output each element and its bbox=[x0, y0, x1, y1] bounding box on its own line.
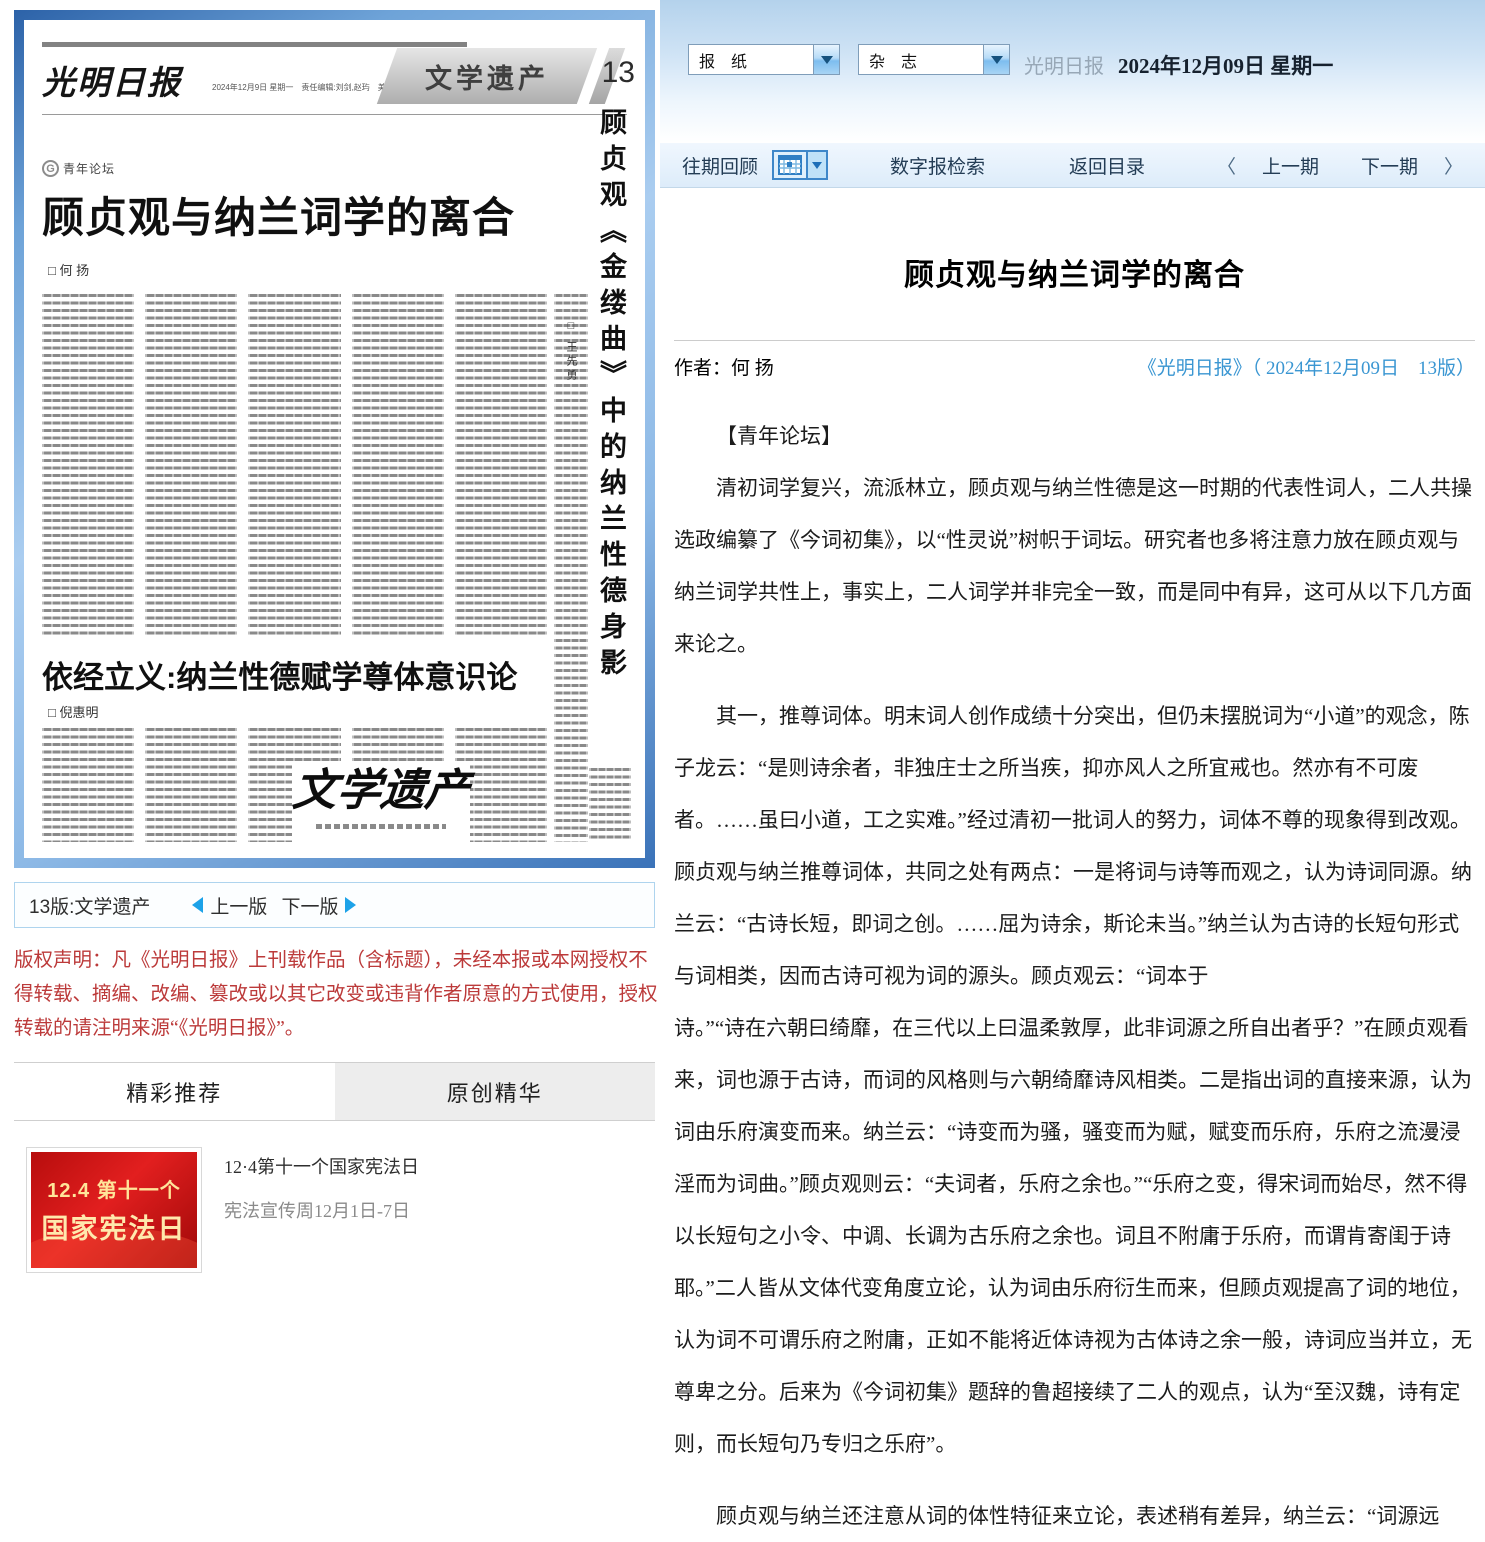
paper-article3-vertical-headline[interactable]: 顾贞观《金缕曲》中的纳兰性德身影 bbox=[592, 108, 631, 768]
newsprint-text-block bbox=[42, 728, 134, 842]
next-issue-link[interactable]: 下一期 bbox=[1361, 152, 1418, 179]
banner-line2: 国家宪法日 bbox=[31, 1207, 197, 1246]
article-title: 顾贞观与纳兰词学的离合 bbox=[674, 250, 1475, 294]
banner-line1: 12.4 第十一个 bbox=[31, 1174, 197, 1203]
calendar-dropdown-button[interactable] bbox=[808, 150, 828, 180]
promo-title-link[interactable]: 12·4第十一个国家宪法日 bbox=[224, 1153, 419, 1179]
brand-name: 光明日报 bbox=[1024, 50, 1104, 79]
page-navigation-bar: 13版:文学遗产 上一版 下一版 bbox=[14, 882, 655, 928]
article: 顾贞观与纳兰词学的离合 作者：何 扬 《光明日报》（ 2024年12月09日 1… bbox=[660, 250, 1485, 1542]
calendar-picker[interactable] bbox=[772, 150, 828, 180]
chevron-down-icon bbox=[812, 162, 822, 169]
newsprint-text-block bbox=[145, 294, 237, 636]
newsprint-text-block bbox=[455, 294, 547, 636]
section-banner: 文学遗产 bbox=[387, 48, 587, 104]
article-author: 作者：何 扬 bbox=[674, 353, 774, 380]
back-issues-link[interactable]: 往期回顾 bbox=[682, 152, 758, 179]
paper-article2-headline[interactable]: 依经立义:纳兰性德赋学尊体意识论 bbox=[42, 652, 517, 697]
magazine-select[interactable]: 杂 志 bbox=[858, 44, 1010, 75]
paper-page-number: 13 bbox=[602, 56, 635, 90]
prev-page-label: 上一版 bbox=[210, 892, 267, 919]
article-body: 【青年论坛】 清初词学复兴，流派林立，顾贞观与纳兰性德是这一时期的代表性词人，二… bbox=[674, 410, 1475, 1542]
paper-article1-byline: □ 何 扬 bbox=[48, 260, 89, 279]
right-column: 报 纸 杂 志 光明日报 2024年12月09日 星期一 往期回顾 bbox=[660, 0, 1485, 1283]
title-divider bbox=[674, 340, 1475, 341]
column-tag-label: 青年论坛 bbox=[63, 160, 115, 177]
tab-recommend[interactable]: 精彩推荐 bbox=[14, 1063, 335, 1120]
article-paragraph: 诗。”“诗在六朝曰绮靡，在三代以上曰温柔敦厚，此非词源之所自出者乎？”在顾贞观看… bbox=[674, 1002, 1475, 1470]
back-to-contents-link[interactable]: 返回目录 bbox=[1069, 152, 1145, 179]
prev-issue-link[interactable]: 上一期 bbox=[1262, 152, 1319, 179]
article-section-tag: 【青年论坛】 bbox=[674, 410, 1475, 462]
prev-page-link[interactable]: 上一版 bbox=[192, 892, 267, 919]
newsprint-text-block bbox=[589, 768, 631, 840]
promo-thumbnail[interactable]: 12.4 第十一个 国家宪法日 bbox=[26, 1147, 202, 1273]
paper-article3-byline: □ 王先勇 bbox=[563, 320, 579, 383]
literary-heritage-stamp: 文学遗产 bbox=[292, 762, 470, 848]
paper-article2-byline: □ 倪惠明 bbox=[48, 702, 98, 721]
calendar-icon bbox=[772, 150, 808, 180]
article-paragraph: 其一，推尊词体。明末词人创作成绩十分突出，但仍未摆脱词为“小道”的观念，陈子龙云… bbox=[674, 690, 1475, 1002]
gmw-logo-icon: G bbox=[42, 160, 59, 177]
column-tag: G 青年论坛 bbox=[42, 160, 115, 177]
masthead-rule bbox=[42, 114, 627, 115]
paper-top-rule bbox=[42, 42, 467, 47]
newsprint-columns-article1 bbox=[42, 294, 547, 636]
promo-text: 12·4第十一个国家宪法日 宪法宣传周12月1日-7日 bbox=[224, 1147, 419, 1273]
newsprint-text-block bbox=[248, 294, 340, 636]
constitution-day-banner: 12.4 第十一个 国家宪法日 bbox=[31, 1152, 197, 1268]
paper-masthead: 光明日报 bbox=[42, 56, 182, 104]
stamp-calligraphy: 文学遗产 bbox=[289, 762, 473, 820]
promo-subtitle: 宪法宣传周12月1日-7日 bbox=[224, 1197, 419, 1223]
toolbar: 往期回顾 数字报检索 返回目录 〈 上一期 下 bbox=[660, 142, 1485, 188]
newspaper-preview-frame: 光明日报 2024年12月9日 星期一 责任编辑:刘剑,赵玙 美术编辑:朱江 电… bbox=[14, 10, 655, 868]
left-column: 光明日报 2024年12月9日 星期一 责任编辑:刘剑,赵玙 美术编辑:朱江 电… bbox=[14, 10, 655, 868]
paper-select-arrow[interactable] bbox=[813, 45, 839, 74]
page-nav-label: 13版:文学遗产 bbox=[29, 892, 150, 919]
header-band: 报 纸 杂 志 光明日报 2024年12月09日 星期一 bbox=[660, 0, 1485, 142]
next-page-icon bbox=[345, 897, 356, 913]
prev-page-icon bbox=[192, 897, 203, 913]
tab-original[interactable]: 原创精华 bbox=[335, 1063, 656, 1120]
section-banner-label: 文学遗产 bbox=[387, 48, 587, 104]
article-byline-row: 作者：何 扬 《光明日报》（ 2024年12月09日 13版） bbox=[674, 353, 1475, 380]
paper-select[interactable]: 报 纸 bbox=[688, 44, 840, 75]
next-page-link[interactable]: 下一版 bbox=[281, 892, 356, 919]
magazine-select-arrow[interactable] bbox=[983, 45, 1009, 74]
newsprint-text-block bbox=[352, 294, 444, 636]
newspaper-page-image[interactable]: 光明日报 2024年12月9日 星期一 责任编辑:刘剑,赵玙 美术编辑:朱江 电… bbox=[24, 20, 645, 858]
prev-issue-arrow: 〈 bbox=[1217, 152, 1236, 179]
copyright-notice: 版权声明：凡《光明日报》上刊载作品（含标题），未经本报或本网授权不得转载、摘编、… bbox=[14, 944, 662, 1046]
article-paragraph: 顾贞观与纳兰还注意从词的体性特征来立论，表述稍有差异，纳兰云：“词源远 bbox=[674, 1490, 1475, 1542]
article-source: 《光明日报》（ 2024年12月09日 13版） bbox=[1138, 353, 1475, 380]
stamp-caption-line bbox=[316, 824, 446, 829]
paper-select-value: 报 纸 bbox=[689, 45, 813, 74]
chevron-down-icon bbox=[991, 56, 1003, 64]
newsprint-text-block bbox=[42, 294, 134, 636]
next-page-label: 下一版 bbox=[281, 892, 338, 919]
issue-date: 2024年12月09日 星期一 bbox=[1118, 50, 1333, 80]
promo-section: 精彩推荐 原创精华 12.4 第十一个 国家宪法日 12·4第十一个国家宪法日 … bbox=[14, 1062, 655, 1283]
issue-info: 光明日报 2024年12月09日 星期一 bbox=[1024, 50, 1333, 80]
chevron-down-icon bbox=[821, 56, 833, 64]
magazine-select-value: 杂 志 bbox=[859, 45, 983, 74]
promo-item: 12.4 第十一个 国家宪法日 12·4第十一个国家宪法日 宪法宣传周12月1日… bbox=[14, 1121, 655, 1273]
issue-pager: 〈 上一期 下一期 〉 bbox=[1217, 152, 1463, 179]
paper-article1-headline[interactable]: 顾贞观与纳兰词学的离合 bbox=[42, 184, 515, 245]
newsprint-text-block bbox=[145, 728, 237, 842]
next-issue-arrow: 〉 bbox=[1444, 152, 1463, 179]
promo-tabs: 精彩推荐 原创精华 bbox=[14, 1063, 655, 1121]
article-paragraph: 清初词学复兴，流派林立，顾贞观与纳兰性德是这一时期的代表性词人，二人共操选政编纂… bbox=[674, 462, 1475, 670]
digital-paper-search-link[interactable]: 数字报检索 bbox=[890, 152, 985, 179]
